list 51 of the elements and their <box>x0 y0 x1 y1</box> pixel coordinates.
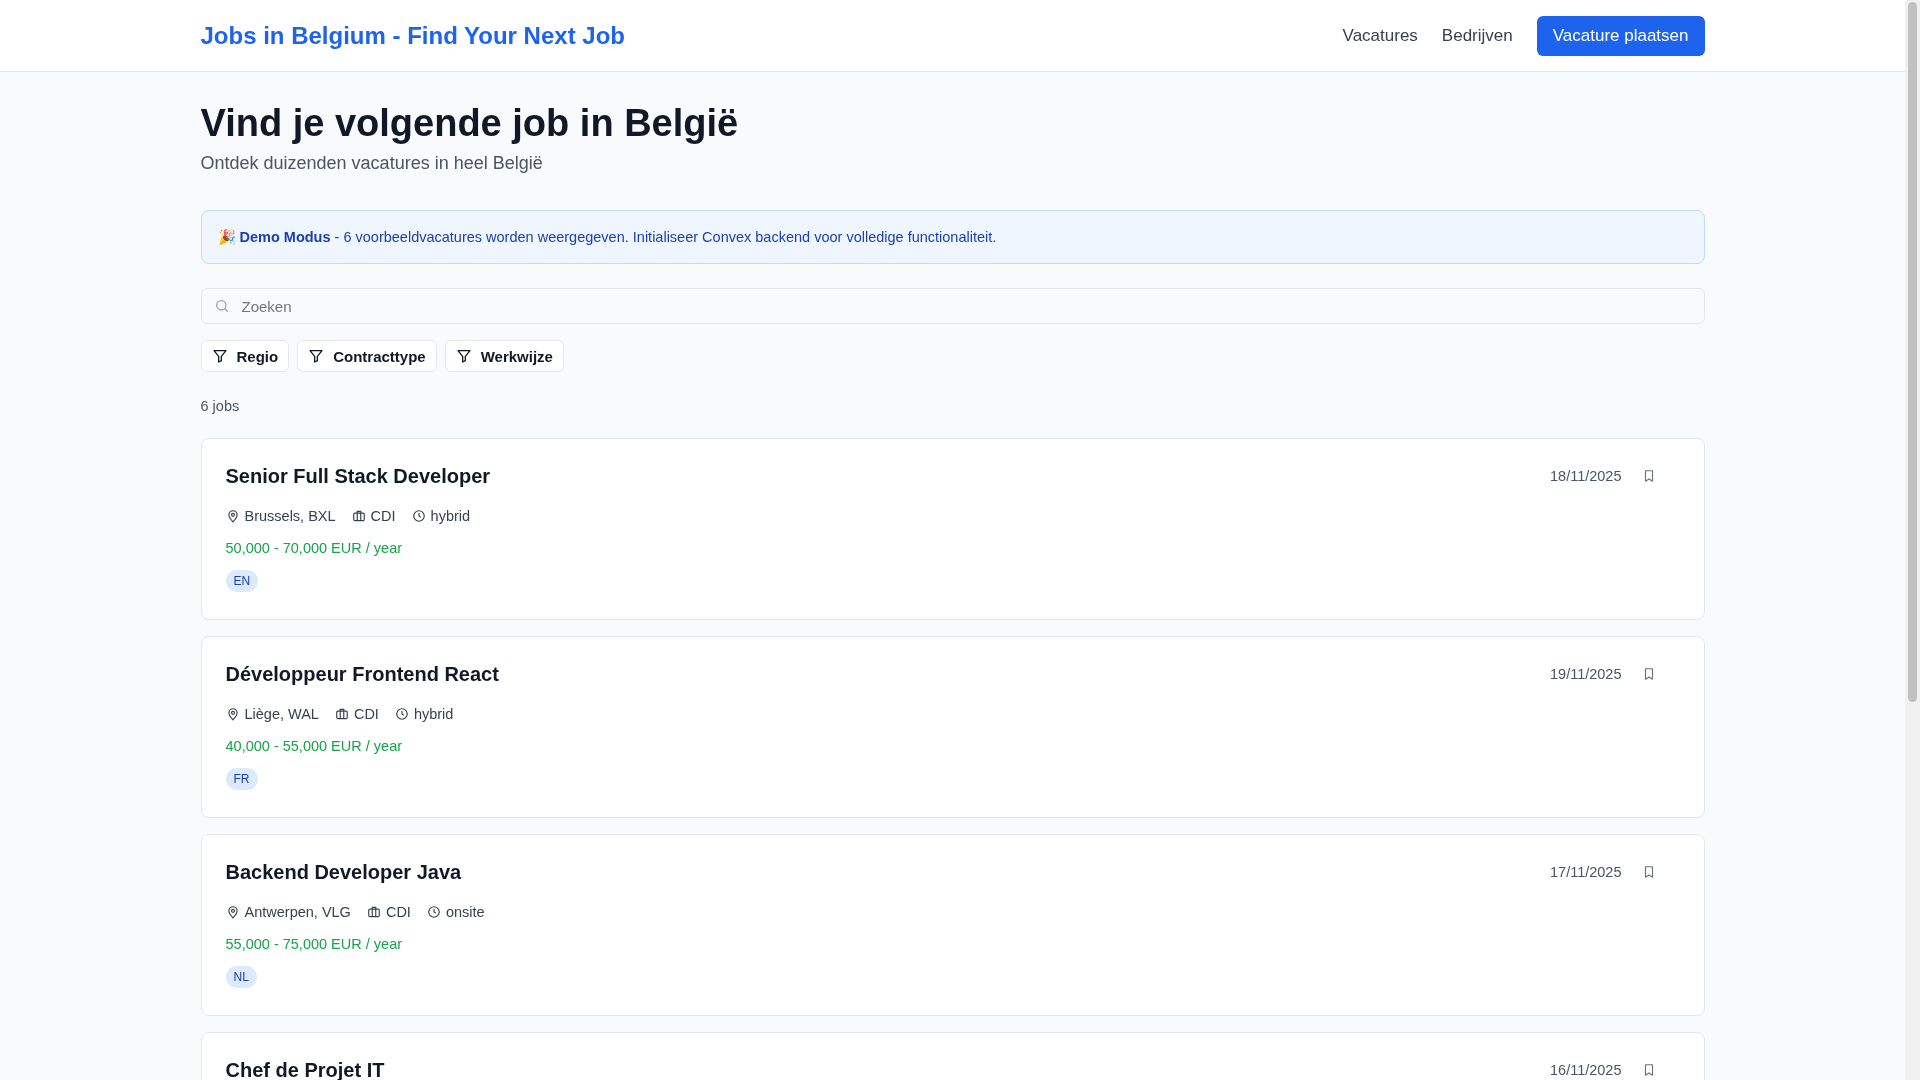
posted-date: 16/11/2025 <box>1550 1062 1622 1078</box>
contract-type: CDI <box>385 904 411 920</box>
salary-range: 55,000 - 75,000 EUR / year <box>225 936 404 952</box>
posted-date: 19/11/2025 <box>1550 666 1622 682</box>
results-count: 6 jobs <box>200 398 241 414</box>
demo-message: Demo Modus - 6 voorbeeldvacatures worden weergegeven. Initialiseer Convex backend voor volledige functionaliteit. <box>239 229 997 245</box>
page-heading: Vind je volgende job in België <box>200 102 740 145</box>
job-location: Brussels, BXL <box>244 508 336 524</box>
nav-link[interactable]: Vacatures <box>1342 25 1418 46</box>
nav-link[interactable]: Bedrijven <box>1441 25 1513 46</box>
clock-icon <box>394 707 409 721</box>
language-tag: NL <box>225 966 257 988</box>
page-subtitle: Ontdek duizenden vacatures in heel België <box>200 153 544 174</box>
language-tag: FR <box>225 768 258 790</box>
job-card[interactable]: Développeur Frontend React 19/11/2025 Liège, WAL CDI hybrid 40,000 - 55,000 EUR / year FR <box>200 636 1705 818</box>
filter-button[interactable]: Werkwijze <box>444 340 564 372</box>
posted-date: 17/11/2025 <box>1550 864 1622 880</box>
job-location: Liège, WAL <box>244 706 319 722</box>
job-title: Senior Full Stack Developer <box>225 465 491 488</box>
work-mode: hybrid <box>413 706 454 722</box>
scrollbar[interactable] <box>1905 0 1920 1080</box>
filter-icon <box>308 348 325 364</box>
briefcase-icon <box>334 707 349 721</box>
filter-button[interactable]: Regio <box>200 340 290 372</box>
language-tag: EN <box>225 570 259 592</box>
briefcase-icon <box>351 509 366 523</box>
salary-range: 40,000 - 55,000 EUR / year <box>225 738 404 754</box>
job-card[interactable]: Senior Full Stack Developer 18/11/2025 Brussels, BXL CDI hybrid 50,000 - 70,000 EUR / year EN <box>200 438 1705 620</box>
post-vacancy-button[interactable]: Vacature plaatsen <box>1536 15 1705 56</box>
search-field[interactable]: Zoeken <box>200 288 1705 324</box>
work-mode: hybrid <box>430 508 471 524</box>
map-pin-icon <box>225 905 240 919</box>
filter-icon <box>211 348 228 364</box>
map-pin-icon <box>225 509 240 523</box>
filter-button[interactable]: Contracttype <box>297 340 437 372</box>
job-title: Développeur Frontend React <box>225 663 499 686</box>
contract-type: CDI <box>370 508 396 524</box>
work-mode: onsite <box>445 904 485 920</box>
salary-range: 50,000 - 70,000 EUR / year <box>225 540 404 556</box>
clock-icon <box>426 905 441 919</box>
job-card[interactable]: Backend Developer Java 17/11/2025 Antwerpen, VLG CDI onsite 55,000 - 75,000 EUR / year NL <box>200 834 1705 1016</box>
clock-icon <box>411 509 426 523</box>
map-pin-icon <box>225 707 240 721</box>
job-location: Antwerpen, VLG <box>244 904 351 920</box>
contract-type: CDI <box>353 706 379 722</box>
site-logo-link[interactable]: Jobs in Belgium - Find Your Next Job <box>200 21 625 50</box>
job-title: Backend Developer Java <box>225 861 462 884</box>
party-popper-icon: 🎉 <box>217 228 236 246</box>
filter-icon <box>455 348 472 364</box>
posted-date: 18/11/2025 <box>1550 468 1622 484</box>
briefcase-icon <box>366 905 381 919</box>
